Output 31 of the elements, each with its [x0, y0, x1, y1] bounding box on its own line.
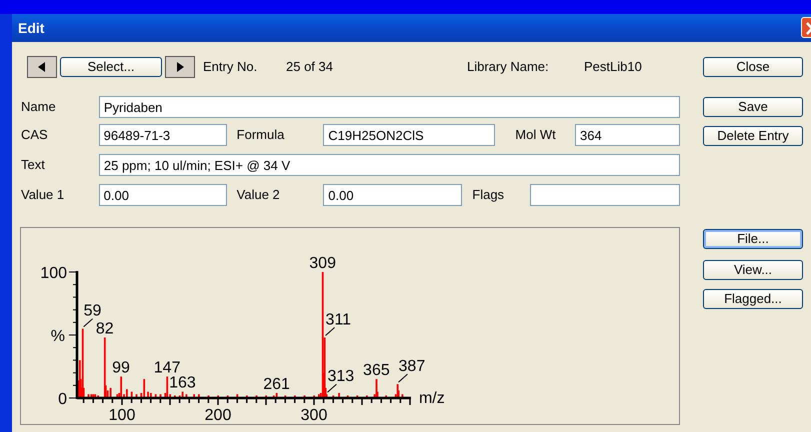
peak-label: 313 [327, 368, 354, 386]
window-title: Edit [18, 18, 44, 38]
field-label: CAS [21, 126, 49, 144]
peak-label: 99 [112, 360, 130, 377]
peak-label: 309 [309, 255, 336, 272]
x-axis-label: m/z [418, 390, 445, 407]
tick-label: 100 [108, 407, 136, 424]
field-label: Flags [472, 186, 506, 204]
field-label: Value 2 [236, 186, 281, 204]
peak-label: 82 [96, 320, 114, 338]
tick-label: 0 [58, 391, 67, 408]
peak-label: 365 [363, 362, 390, 380]
peak-label: 387 [398, 358, 426, 376]
field-label: Mol Wt [515, 126, 557, 144]
entry-label: Entry No. [203, 58, 258, 76]
tick-label: 300 [300, 407, 328, 424]
peak-label: 261 [263, 376, 290, 393]
library-value: PestLib10 [584, 58, 642, 76]
tick-label: 100 [40, 265, 67, 282]
peak-label: 147 [154, 360, 180, 377]
field-label: Formula [236, 126, 286, 144]
field-label: Value 1 [21, 186, 66, 204]
peak-label: 311 [326, 312, 352, 329]
peak-label: 163 [169, 374, 196, 392]
field-label: Name [21, 98, 57, 116]
field-label: Text [21, 156, 46, 174]
entry-value: 25 of 34 [286, 58, 334, 76]
library-label: Library Name: [467, 58, 550, 76]
peak-label: 59 [84, 302, 102, 320]
tick-label: 200 [204, 407, 232, 424]
y-axis-label: % [50, 328, 65, 345]
